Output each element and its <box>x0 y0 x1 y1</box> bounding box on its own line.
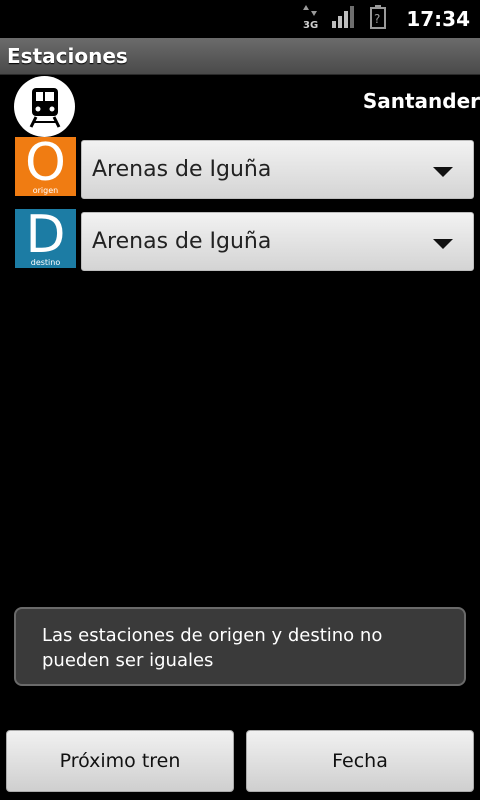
city-name: Santander <box>362 89 480 113</box>
signal-icon <box>332 6 356 32</box>
toast-text: Las estaciones de origen y destino no pu… <box>42 625 383 671</box>
app-title: Estaciones <box>7 44 128 68</box>
destination-badge-sub: destino <box>30 258 61 267</box>
origin-badge-sub: origen <box>32 186 59 195</box>
date-button[interactable]: Fecha <box>246 730 474 792</box>
origin-badge-icon: O origen <box>15 133 76 196</box>
toast-message: Las estaciones de origen y destino no pu… <box>14 607 466 686</box>
destination-badge-letter: D <box>25 205 66 265</box>
battery-unknown-icon: ? <box>370 5 387 33</box>
data-arrows-icon: 3G <box>302 4 319 34</box>
network-type-label: 3G <box>303 20 318 30</box>
origin-station-spinner[interactable]: Arenas de Iguña <box>81 140 474 199</box>
title-bar: Estaciones <box>0 38 480 75</box>
destination-station-spinner[interactable]: Arenas de Iguña <box>81 212 474 271</box>
train-icon <box>14 76 75 137</box>
status-bar: 3G ? 17:34 <box>0 0 480 38</box>
next-train-button[interactable]: Próximo tren <box>6 730 234 792</box>
origin-badge-letter: O <box>25 133 66 193</box>
destination-station-value: Arenas de Iguña <box>92 229 272 254</box>
dropdown-arrow-icon <box>433 167 453 177</box>
svg-text:?: ? <box>374 12 380 26</box>
dropdown-arrow-icon <box>433 239 453 249</box>
status-time: 17:34 <box>406 7 470 31</box>
destination-badge-icon: D destino <box>15 205 76 268</box>
origin-station-value: Arenas de Iguña <box>92 157 272 182</box>
status-icons: 3G ? 17:34 <box>302 0 470 38</box>
